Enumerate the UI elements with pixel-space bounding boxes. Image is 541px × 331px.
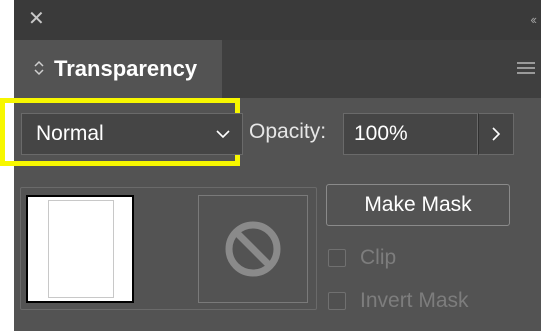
tab-transparency[interactable]: Transparency <box>14 40 222 98</box>
blend-mode-dropdown[interactable]: Normal <box>21 113 243 155</box>
tab-label: Transparency <box>54 56 198 81</box>
up-down-arrows-icon[interactable] <box>30 60 48 79</box>
prohibited-icon <box>225 221 281 277</box>
mask-thumbnail[interactable] <box>198 195 308 303</box>
clip-label: Clip <box>360 246 397 269</box>
invert-mask-checkbox[interactable] <box>328 292 346 310</box>
hamburger-menu-icon[interactable] <box>517 62 535 76</box>
clip-option: Clip <box>328 246 396 270</box>
clip-checkbox[interactable] <box>328 249 346 267</box>
tab-row: Transparency <box>14 40 541 98</box>
invert-mask-label: Invert Mask <box>360 289 469 312</box>
invert-mask-option: Invert Mask <box>328 289 469 313</box>
artboard-preview <box>48 200 114 298</box>
opacity-input[interactable]: 100% <box>343 113 478 155</box>
close-icon[interactable]: ✕ <box>28 8 45 30</box>
artwork-thumbnail[interactable] <box>26 195 134 303</box>
chevron-right-icon <box>492 127 501 141</box>
opacity-label: Opacity: <box>249 120 327 143</box>
chevron-down-icon <box>216 130 230 139</box>
make-mask-button[interactable]: Make Mask <box>326 184 510 226</box>
opacity-slider-button[interactable] <box>478 113 514 155</box>
panel-titlebar: ✕ ‹‹ <box>14 0 541 40</box>
double-chevron-left-icon[interactable]: ‹‹ <box>530 12 537 27</box>
blend-mode-value: Normal <box>36 122 104 145</box>
